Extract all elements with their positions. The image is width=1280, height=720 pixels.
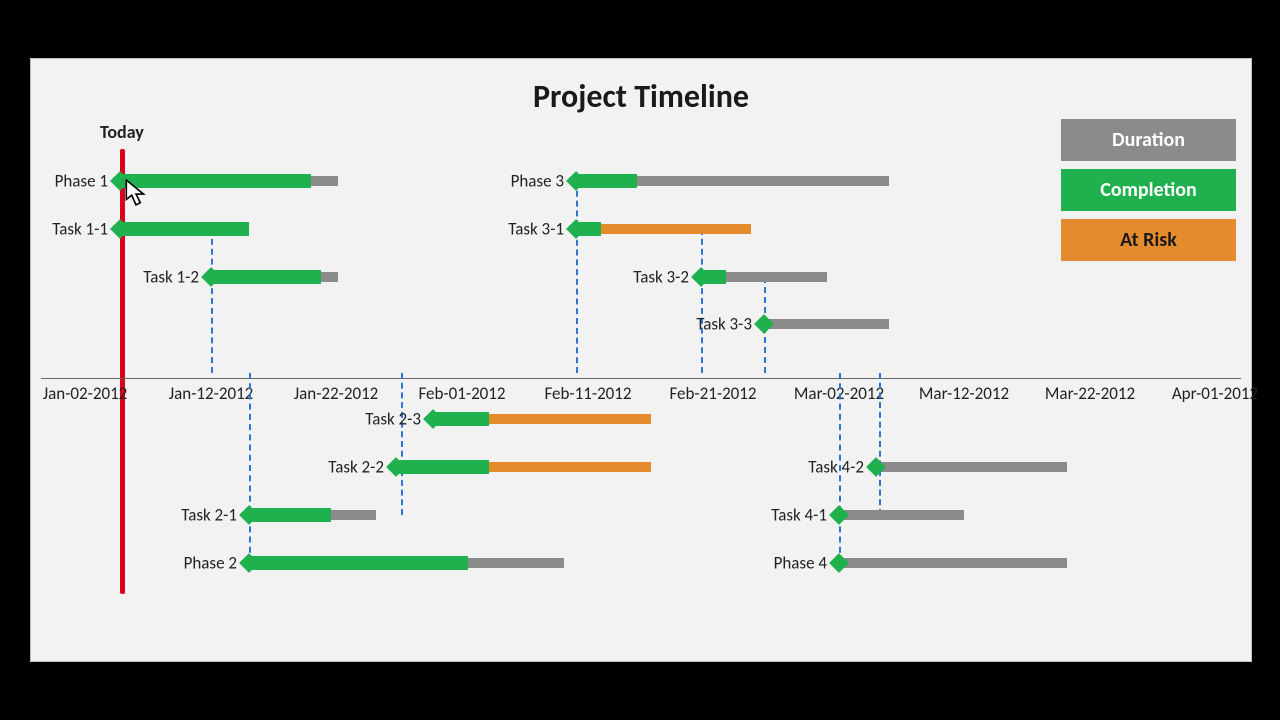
task-completion-bar-9 (249, 508, 331, 522)
today-line (120, 149, 125, 594)
chart-frame: Project Timeline Duration Completion At … (30, 58, 1252, 662)
task-duration-bar-12 (839, 510, 964, 520)
axis-tick-2: Jan-22-2012 (294, 383, 379, 404)
axis-tick-8: Mar-22-2012 (1045, 383, 1135, 404)
task-label-3: Phase 3 (511, 171, 570, 192)
axis-tick-9: Apr-01-2012 (1172, 383, 1258, 404)
task-risk-bar-7 (489, 414, 651, 424)
legend-duration-button[interactable]: Duration (1061, 119, 1236, 161)
axis-line (41, 378, 1241, 379)
axis-tick-4: Feb-11-2012 (544, 383, 631, 404)
dependency-line-4 (701, 229, 703, 373)
chart-title: Project Timeline (31, 77, 1251, 116)
task-label-7: Task 2-3 (365, 409, 427, 430)
task-risk-bar-4 (601, 224, 751, 234)
legend-completion-button[interactable]: Completion (1061, 169, 1236, 211)
task-duration-bar-13 (839, 558, 1067, 568)
task-label-6: Task 3-3 (696, 314, 758, 335)
task-completion-bar-1 (120, 222, 249, 236)
task-completion-bar-10 (249, 556, 468, 570)
legend-at-risk-button[interactable]: At Risk (1061, 219, 1236, 261)
task-label-1: Task 1-1 (52, 219, 114, 240)
task-label-0: Phase 1 (55, 171, 114, 192)
task-risk-bar-8 (489, 462, 651, 472)
axis-tick-7: Mar-12-2012 (919, 383, 1009, 404)
axis-tick-5: Feb-21-2012 (669, 383, 756, 404)
task-duration-bar-6 (764, 319, 889, 329)
task-completion-bar-2 (211, 270, 321, 284)
today-label: Today (100, 121, 144, 143)
task-label-4: Task 3-1 (508, 219, 570, 240)
task-label-8: Task 2-2 (328, 457, 390, 478)
dependency-line-3 (576, 181, 578, 373)
axis-tick-3: Feb-01-2012 (418, 383, 505, 404)
dependency-line-2 (401, 373, 403, 515)
task-label-2: Task 1-2 (143, 267, 205, 288)
task-label-13: Phase 4 (774, 553, 833, 574)
axis-tick-0: Jan-02-2012 (43, 383, 128, 404)
dependency-line-1 (249, 373, 251, 563)
task-label-12: Task 4-1 (771, 505, 833, 526)
dependency-line-0 (211, 229, 213, 373)
dependency-line-7 (879, 373, 881, 515)
task-label-10: Phase 2 (184, 553, 243, 574)
task-duration-bar-11 (876, 462, 1067, 472)
task-label-9: Task 2-1 (181, 505, 243, 526)
axis-tick-1: Jan-12-2012 (169, 383, 254, 404)
task-label-11: Task 4-2 (808, 457, 870, 478)
task-label-5: Task 3-2 (633, 267, 695, 288)
task-completion-bar-0 (120, 174, 311, 188)
task-completion-bar-8 (396, 460, 489, 474)
